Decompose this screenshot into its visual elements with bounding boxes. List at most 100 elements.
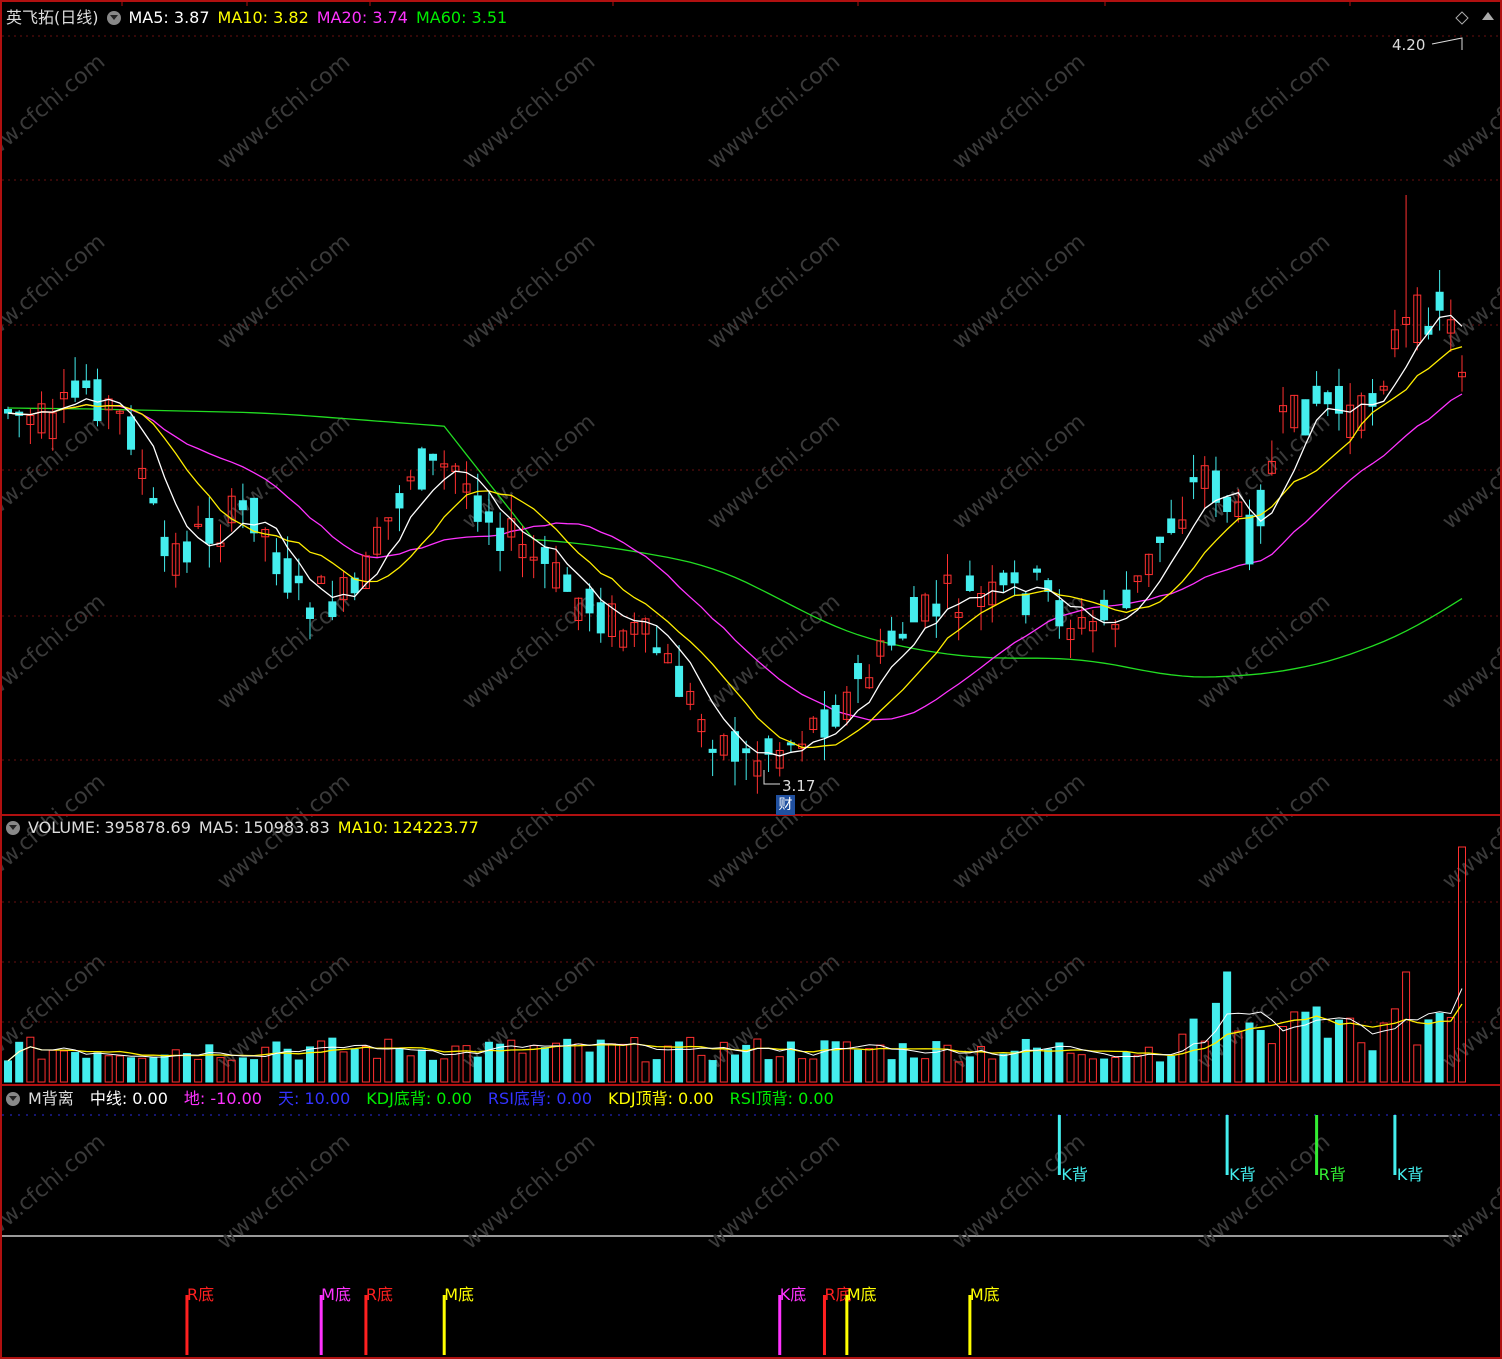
volume-label: VOLUME:: [28, 818, 101, 837]
volume-bar: [171, 1049, 180, 1083]
volume-bar: [540, 1047, 549, 1083]
candle-body: [473, 495, 482, 522]
signal-label: M底: [970, 1285, 1000, 1304]
high-arrow: [1431, 37, 1463, 50]
volume-bar: [160, 1054, 169, 1083]
candle-body: [1323, 392, 1332, 405]
candle-body: [1122, 589, 1131, 609]
volume-bar: [708, 1060, 717, 1083]
ma-legend-item: MA10: 3.82: [217, 8, 309, 27]
volume-bar: [596, 1039, 605, 1083]
volume-bar: [1032, 1047, 1041, 1083]
volume-bar: [865, 1048, 874, 1083]
volume-bar: [764, 1059, 773, 1083]
candle-body: [675, 665, 684, 697]
candle-body: [127, 416, 136, 450]
volume-bar: [1413, 1044, 1422, 1083]
candle-body: [887, 630, 896, 646]
watermark-text: www.cfchi.com: [948, 409, 1090, 534]
volume-bar: [82, 1057, 91, 1083]
indicator-params: 中线: 0.00 地: -10.00 天: 10.00 KDJ底背: 0.00 RSI底…: [82, 1089, 842, 1108]
dropdown-icon[interactable]: [6, 1092, 20, 1106]
candle-body: [1435, 291, 1444, 311]
volume-bar: [4, 1060, 12, 1083]
volume-bar: [339, 1051, 348, 1083]
low-price-label: 3.17: [782, 777, 815, 795]
volume-bar: [417, 1049, 426, 1083]
volume-bar: [1021, 1038, 1030, 1083]
candle-body: [1312, 385, 1321, 404]
volume-bar: [652, 1059, 661, 1083]
candle-body: [1189, 477, 1198, 483]
volume-bar: [574, 1043, 583, 1083]
volume-bar: [473, 1056, 482, 1083]
watermark-text: www.cfchi.com: [0, 49, 110, 174]
volume-bar: [1402, 971, 1411, 1083]
ma60-line: [7, 407, 1463, 678]
candle-body: [305, 607, 314, 619]
watermark-text: www.cfchi.com: [213, 409, 355, 534]
signal-label: K背: [1229, 1165, 1256, 1184]
volume-bar: [294, 1059, 303, 1083]
volume-bar: [1334, 1019, 1343, 1083]
ma-legend: MA5: 3.87 MA10: 3.82 MA20: 3.74 MA60: 3.51: [129, 8, 516, 27]
volume-bar: [48, 1049, 57, 1083]
candle-body: [160, 536, 169, 557]
watermark-text: www.cfchi.com: [948, 49, 1090, 174]
event-badge[interactable]: 财: [776, 795, 795, 815]
volume-bar: [26, 1036, 35, 1083]
indicator-panel-header: M背离 中线: 0.00 地: -10.00 天: 10.00 KDJ底背: 0.00 R…: [6, 1089, 850, 1109]
volume-bar: [552, 1042, 561, 1083]
watermark-layer: www.cfchi.com www.cfchi.com www.cfchi.com w…: [0, 49, 1502, 1254]
high-price-label: 4.20: [1392, 36, 1425, 54]
stock-chart[interactable]: www.cfchi.com www.cfchi.com www.cfchi.com w…: [0, 0, 1502, 1359]
volume-bar: [406, 1055, 415, 1083]
watermark-text: www.cfchi.com: [703, 769, 845, 894]
volume-bar: [328, 1037, 337, 1083]
volume-value: 395878.69: [104, 818, 191, 837]
dropdown-icon[interactable]: [106, 11, 121, 25]
candle-body: [417, 448, 426, 490]
candle-body: [395, 493, 404, 509]
candle-body: [82, 380, 91, 389]
volume-bar: [619, 1043, 628, 1083]
indicator-param: 中线: 0.00: [89, 1089, 168, 1108]
indicator-param: RSI顶背: 0.00: [729, 1089, 834, 1108]
volume-bar: [518, 1052, 527, 1083]
candle-body: [854, 663, 863, 680]
signal-label: R底: [187, 1285, 214, 1304]
candle-body: [932, 603, 941, 617]
volume-bar: [820, 1040, 829, 1083]
volume-ma10-value: 124223.77: [392, 818, 479, 837]
dropdown-icon[interactable]: [6, 821, 20, 835]
volume-bar: [675, 1041, 684, 1083]
volume-bar: [831, 1041, 840, 1083]
watermark-text: www.cfchi.com: [213, 229, 355, 354]
watermark-text: www.cfchi.com: [703, 229, 845, 354]
volume-bar: [697, 1054, 706, 1083]
volume-bar: [440, 1058, 449, 1083]
candle-body: [272, 552, 281, 575]
volume-bar: [1044, 1048, 1053, 1083]
volume-bar: [775, 1056, 784, 1083]
volume-bar: [373, 1057, 382, 1083]
candle-body: [540, 547, 549, 564]
signal-label: R底: [366, 1285, 393, 1304]
volume-bar: [496, 1043, 505, 1083]
volume-bar: [395, 1048, 404, 1083]
watermark-text: www.cfchi.com: [948, 949, 1090, 1074]
volume-bar: [1055, 1042, 1064, 1083]
candle-body: [205, 518, 214, 544]
volume-bar: [731, 1054, 739, 1083]
candle-body: [1167, 518, 1176, 534]
volume-bar: [1279, 1026, 1288, 1083]
volume-bar: [283, 1048, 292, 1083]
volume-bar: [1357, 1042, 1366, 1083]
volume-ma10-label: MA10:: [337, 818, 389, 837]
candle-body: [250, 497, 259, 534]
watermark-text: www.cfchi.com: [1438, 769, 1502, 894]
volume-bar: [1178, 1033, 1187, 1083]
candle-body: [585, 588, 594, 614]
candle-body: [831, 704, 840, 727]
volume-bar: [1077, 1054, 1086, 1083]
